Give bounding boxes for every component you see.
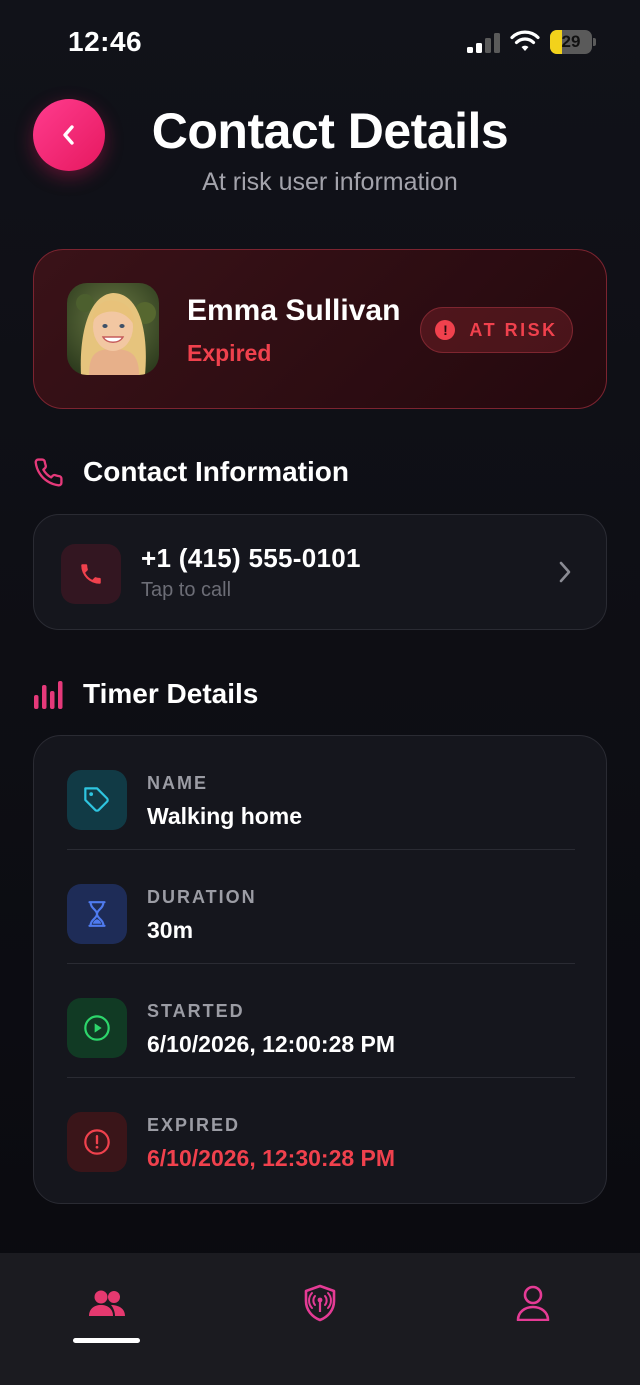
bar-chart-icon bbox=[34, 681, 63, 709]
timer-name-value: Walking home bbox=[147, 803, 303, 829]
status-bar: 12:46 29 bbox=[0, 0, 640, 86]
shield-signal-icon bbox=[304, 1284, 336, 1322]
timer-name-row: NAME Walking home bbox=[67, 736, 575, 850]
at-risk-badge: ! AT RISK bbox=[420, 307, 573, 353]
timer-duration-label: DURATION bbox=[147, 887, 257, 907]
alert-icon: ! bbox=[435, 320, 456, 340]
tab-bar bbox=[0, 1253, 640, 1385]
tap-to-call-hint: Tap to call bbox=[141, 579, 232, 601]
tab-safety[interactable] bbox=[290, 1281, 350, 1325]
timer-expired-label: EXPIRED bbox=[147, 1115, 241, 1135]
battery-icon: 29 bbox=[550, 30, 596, 54]
page-subtitle: At risk user information bbox=[202, 168, 458, 196]
status-time: 12:46 bbox=[68, 26, 143, 57]
contact-section-title: Contact Information bbox=[83, 456, 349, 487]
play-tile bbox=[67, 998, 127, 1058]
timer-details-card: NAME Walking home DURATION 30m STARTED 6 bbox=[33, 735, 607, 1204]
user-status: Expired bbox=[187, 340, 272, 366]
phone-tile bbox=[61, 544, 121, 604]
timer-started-row: STARTED 6/10/2026, 12:00:28 PM bbox=[67, 964, 575, 1078]
avatar bbox=[67, 283, 159, 375]
phone-icon bbox=[34, 457, 63, 486]
timer-section-header: Timer Details bbox=[33, 677, 258, 710]
timer-expired-value: 6/10/2026, 12:30:28 PM bbox=[147, 1145, 396, 1171]
timer-duration-row: DURATION 30m bbox=[67, 850, 575, 964]
timer-started-label: STARTED bbox=[147, 1001, 245, 1021]
alert-tile bbox=[67, 1112, 127, 1172]
at-risk-label: AT RISK bbox=[469, 319, 558, 340]
timer-expired-row: EXPIRED 6/10/2026, 12:30:28 PM bbox=[67, 1078, 575, 1192]
page-title: Contact Details bbox=[151, 103, 509, 159]
battery-level: 29 bbox=[561, 32, 581, 51]
call-contact-row[interactable]: +1 (415) 555-0101 Tap to call bbox=[33, 514, 607, 630]
wifi-icon bbox=[510, 30, 540, 54]
timer-duration-value: 30m bbox=[147, 917, 194, 943]
cellular-signal-icon bbox=[467, 33, 501, 53]
tab-profile[interactable] bbox=[503, 1281, 563, 1325]
timer-started-value: 6/10/2026, 12:00:28 PM bbox=[147, 1031, 396, 1057]
profile-icon bbox=[516, 1285, 550, 1321]
timer-section-title: Timer Details bbox=[83, 677, 259, 709]
contacts-icon bbox=[89, 1290, 125, 1316]
timer-name-label: NAME bbox=[147, 773, 208, 793]
user-name: Emma Sullivan bbox=[187, 294, 401, 327]
tag-tile bbox=[67, 770, 127, 830]
tag-icon bbox=[84, 787, 109, 812]
hourglass-icon bbox=[88, 901, 106, 927]
hourglass-tile bbox=[67, 884, 127, 944]
chevron-right-icon bbox=[559, 561, 571, 583]
contact-section-header: Contact Information bbox=[33, 456, 349, 488]
play-circle-icon bbox=[84, 1015, 110, 1041]
tab-contacts[interactable] bbox=[77, 1281, 137, 1325]
phone-filled-icon bbox=[81, 564, 101, 584]
screen: 12:46 29 Contact Details At risk user in… bbox=[0, 0, 640, 1385]
user-card[interactable]: Emma Sullivan Expired ! AT RISK bbox=[33, 249, 607, 409]
alert-circle-icon bbox=[84, 1129, 110, 1155]
phone-number: +1 (415) 555-0101 bbox=[141, 543, 361, 573]
home-indicator bbox=[73, 1338, 140, 1343]
